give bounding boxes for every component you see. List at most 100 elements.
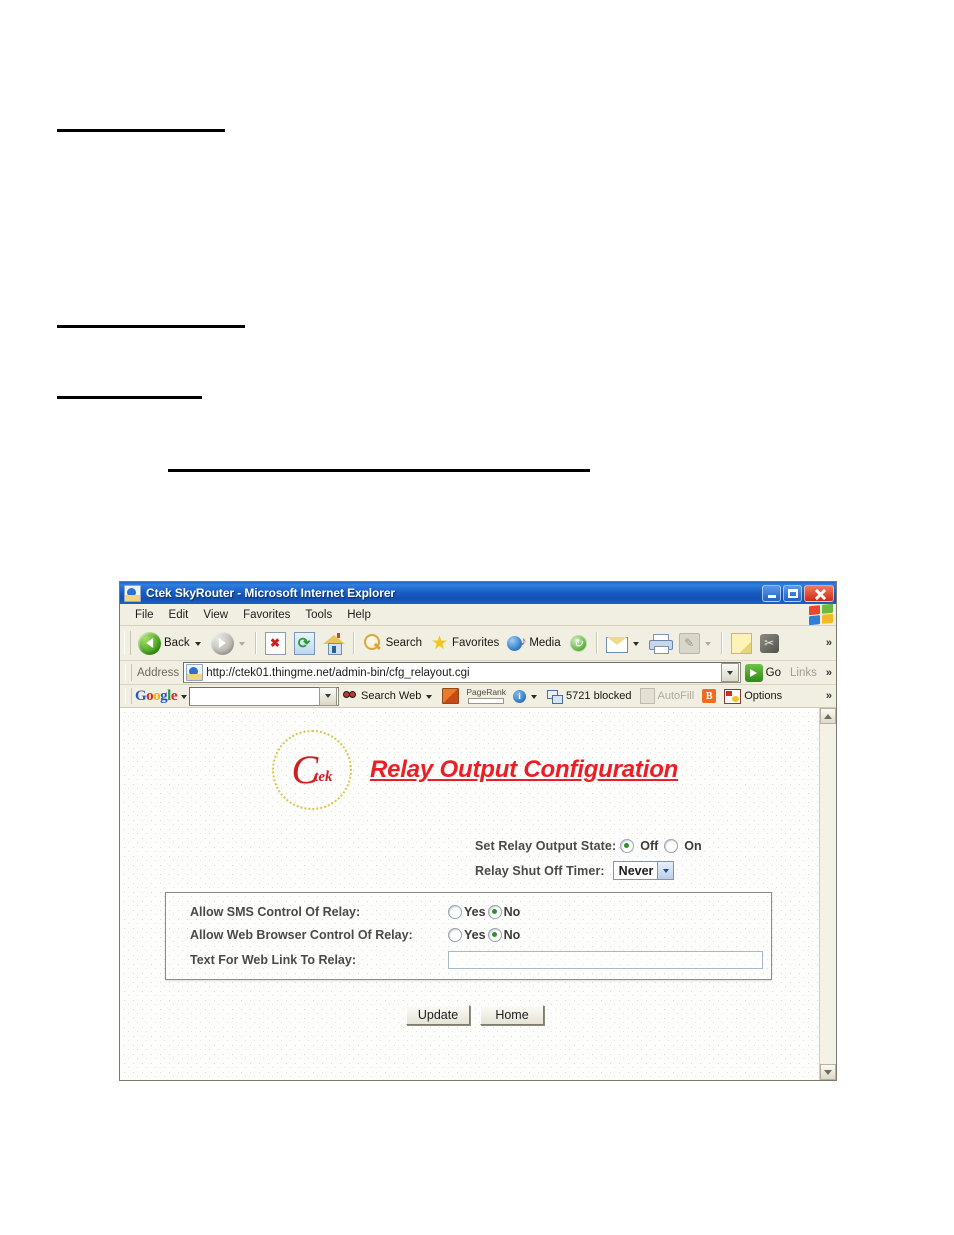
history-clock-icon: ↻ (569, 634, 588, 653)
toolbar-overflow-chevrons[interactable]: » (822, 637, 836, 649)
home-button-page[interactable]: Home (480, 1005, 544, 1025)
page-info-button[interactable]: i (509, 689, 543, 703)
google-news-button[interactable] (438, 688, 463, 704)
relay-state-option-off[interactable]: Off (640, 839, 658, 853)
sms-control-radio-no[interactable] (487, 905, 502, 919)
go-arrow-icon (744, 663, 763, 682)
menu-item-file[interactable]: File (128, 608, 162, 622)
google-overflow-chevrons[interactable]: » (822, 690, 836, 702)
mail-icon (605, 634, 628, 653)
web-control-row: Allow Web Browser Control Of Relay: Yes … (190, 928, 522, 942)
window-controls (762, 584, 834, 602)
web-link-text-label: Text For Web Link To Relay: (190, 953, 356, 967)
web-control-radio-no[interactable] (487, 928, 502, 942)
scroll-down-button[interactable] (820, 1064, 836, 1080)
address-overflow-chevrons[interactable]: » (822, 667, 836, 679)
toolbar-separator-3 (595, 632, 598, 654)
google-search-input[interactable] (189, 686, 340, 706)
title-bar[interactable]: Ctek SkyRouter - Microsoft Internet Expl… (120, 582, 836, 604)
media-button[interactable]: ♪ Media (503, 628, 564, 658)
vertical-scrollbar[interactable] (819, 708, 836, 1080)
sms-control-option-no[interactable]: No (504, 905, 521, 919)
favorites-label: Favorites (452, 637, 500, 649)
go-button[interactable]: Go (741, 663, 785, 682)
search-icon (363, 633, 383, 653)
back-chevron-down-icon[interactable] (194, 642, 201, 646)
shut-off-timer-select[interactable]: Never (612, 861, 675, 880)
menu-item-view[interactable]: View (196, 608, 236, 622)
update-button[interactable]: Update (406, 1005, 470, 1025)
address-dropdown-button[interactable] (720, 663, 739, 682)
ctek-logo-tek: tek (314, 769, 333, 785)
menu-item-tools[interactable]: Tools (298, 608, 340, 622)
web-link-text-row: Text For Web Link To Relay: (190, 951, 763, 969)
popup-blocked-icon (547, 689, 564, 704)
home-icon (322, 632, 345, 655)
google-toolbar-grip[interactable] (125, 688, 132, 704)
search-web-chevron-down-icon[interactable] (426, 695, 433, 699)
web-control-radio-yes[interactable] (448, 928, 462, 942)
standard-toolbar: Back Search ★ Favorites ♪ (120, 626, 836, 661)
google-logo-chevron-down-icon[interactable] (181, 695, 188, 699)
ie-document-icon (124, 584, 141, 602)
form-buttons: Update Home (406, 1005, 544, 1025)
relay-state-radio-off[interactable] (620, 839, 635, 853)
sms-control-label: Allow SMS Control Of Relay: (190, 905, 361, 919)
menu-item-favorites[interactable]: Favorites (236, 608, 298, 622)
go-label: Go (765, 666, 782, 679)
toolbar-separator-4 (720, 632, 723, 654)
notes-button[interactable] (727, 628, 756, 658)
sms-control-row: Allow SMS Control Of Relay: Yes No (190, 905, 522, 919)
web-control-option-yes[interactable]: Yes (464, 928, 486, 942)
address-url-text: http://ctek01.thingme.net/admin-bin/cfg_… (206, 666, 470, 679)
mail-chevron-down-icon[interactable] (632, 642, 639, 646)
options-icon (724, 688, 742, 704)
popup-blocker-button[interactable]: 5721 blocked (543, 689, 635, 704)
stop-icon (264, 631, 286, 655)
mail-button[interactable] (602, 628, 645, 658)
relay-state-option-on[interactable]: On (684, 839, 701, 853)
autofill-icon (639, 688, 655, 704)
google-logo: Google (135, 687, 178, 704)
close-button[interactable] (804, 584, 834, 602)
home-button[interactable] (319, 628, 349, 658)
shut-off-timer-chevron-down-icon[interactable] (657, 862, 674, 879)
stop-button[interactable] (261, 628, 290, 658)
menu-bar: File Edit View Favorites Tools Help (120, 603, 836, 626)
blogger-button[interactable]: B (698, 689, 720, 703)
autofill-label: AutoFill (657, 690, 695, 702)
forward-arrow-icon (210, 631, 234, 655)
media-globe-icon: ♪ (507, 634, 526, 653)
menu-item-help[interactable]: Help (340, 608, 379, 622)
maximize-button[interactable] (783, 584, 802, 602)
scroll-up-button[interactable] (820, 708, 836, 724)
search-button[interactable]: Search (359, 628, 426, 658)
print-button[interactable] (645, 628, 675, 658)
relay-state-row: Set Relay Output State: Off On (475, 839, 704, 853)
page-info-chevron-down-icon[interactable] (531, 695, 538, 699)
sms-control-option-yes[interactable]: Yes (464, 905, 486, 919)
google-options-button[interactable]: Options (720, 688, 786, 704)
relay-state-radio-on[interactable] (664, 839, 679, 853)
printer-icon (648, 633, 673, 654)
web-control-option-no[interactable]: No (504, 928, 521, 942)
minimize-button[interactable] (762, 584, 781, 602)
address-bar-grip[interactable] (125, 664, 132, 681)
history-button[interactable]: ↻ (565, 628, 592, 658)
back-button[interactable]: Back (134, 628, 207, 658)
links-label[interactable]: Links (785, 667, 822, 679)
news-book-icon (442, 688, 460, 704)
shut-off-timer-label: Relay Shut Off Timer: (475, 863, 605, 878)
browser-window: Ctek SkyRouter - Microsoft Internet Expl… (119, 581, 837, 1081)
sms-control-radio-yes[interactable] (448, 905, 462, 919)
toolbar-grip[interactable] (124, 631, 131, 655)
address-input[interactable]: http://ctek01.thingme.net/admin-bin/cfg_… (183, 662, 741, 683)
refresh-button[interactable] (290, 628, 319, 658)
favorites-button[interactable]: ★ Favorites (426, 628, 503, 658)
web-link-text-input[interactable] (448, 951, 763, 969)
menu-item-edit[interactable]: Edit (162, 608, 197, 622)
scrollbar-track[interactable] (820, 724, 836, 1064)
messenger-button[interactable] (756, 628, 783, 658)
search-web-button[interactable]: Search Web (339, 690, 438, 703)
google-search-dropdown-button[interactable] (319, 686, 338, 706)
